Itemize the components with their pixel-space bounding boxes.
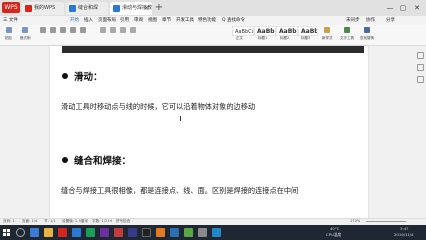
close-button[interactable]: ✕ (411, 2, 423, 14)
paragraph-stitch-weld[interactable]: 缝合与焊接工具很相像，都是连接点、线、面。区别是焊接的连接点在中间 (61, 186, 298, 196)
app-icon[interactable] (86, 228, 95, 237)
status-page: 页码: 1 (3, 219, 15, 223)
clock-time[interactable]: 3:47 (400, 226, 409, 231)
bold-icon[interactable] (60, 27, 66, 33)
clock-date[interactable]: 2019/11/4 (394, 232, 413, 237)
text-cursor (180, 116, 181, 121)
app-icon[interactable] (156, 228, 165, 237)
navigation-icon[interactable] (417, 52, 424, 59)
font-size-icon[interactable] (50, 27, 56, 33)
new-tab-button[interactable]: + (153, 2, 165, 14)
menu-review[interactable]: 审阅 (134, 16, 143, 25)
app-icon[interactable] (114, 228, 123, 237)
share-button[interactable]: 分享 (386, 16, 395, 25)
tab-my-wps[interactable]: 我的WPS (22, 2, 64, 15)
new-style-icon[interactable] (324, 27, 330, 33)
bullets-icon[interactable] (100, 27, 106, 33)
bullet-icon (62, 157, 68, 163)
menu-view[interactable]: 视图 (148, 16, 157, 25)
embedded-image[interactable] (62, 46, 364, 53)
style-h2-label: 标题2 (280, 36, 290, 40)
zoom-level[interactable]: 170% (350, 218, 360, 225)
app-icon[interactable] (100, 228, 109, 237)
format-painter-icon[interactable] (22, 27, 28, 33)
app-icon[interactable] (170, 228, 179, 237)
maximize-button[interactable]: ▢ (397, 2, 409, 14)
find-replace-icon[interactable] (364, 27, 370, 33)
tab-document-2[interactable]: 滑动与焊接教程.docx × (110, 2, 152, 24)
cpu-temp-value: 40°C (330, 226, 340, 231)
wps-logo[interactable]: WPS (2, 2, 20, 13)
format-painter-label: 格式刷 (20, 36, 31, 40)
word-icon[interactable] (72, 228, 81, 237)
menu-chapter[interactable]: 章节 (162, 16, 171, 25)
align-icon[interactable] (130, 27, 136, 33)
properties-icon[interactable] (417, 64, 424, 71)
italic-icon[interactable] (70, 27, 76, 33)
text-tools-label: 文字工具 (340, 36, 354, 40)
numbering-icon[interactable] (110, 27, 116, 33)
menu-dev-tools[interactable]: 开发工具 (176, 16, 194, 25)
edge-icon[interactable] (30, 228, 39, 237)
font-icon[interactable] (40, 27, 46, 33)
indent-icon[interactable] (120, 27, 126, 33)
menu-references[interactable]: 引用 (120, 16, 129, 25)
menu-home[interactable]: 开始 (70, 16, 79, 25)
style-heading3[interactable]: AaBbC (298, 26, 318, 36)
app-icon[interactable] (198, 228, 207, 237)
status-section: 节: 1/1 (44, 219, 56, 223)
style-h1-label: 标题1 (258, 36, 268, 40)
wps-taskbar-icon[interactable] (58, 228, 67, 237)
app-icon[interactable] (184, 228, 193, 237)
paragraph-slide[interactable]: 滑动工具时移动点与线的时候，它可以沿着物体对象的边移动 (61, 102, 255, 112)
style-heading2[interactable]: AaBb( (276, 26, 298, 36)
style-normal-label: 正文 (236, 36, 243, 40)
menu-features[interactable]: 特色功能 (198, 16, 216, 25)
tab-document-1[interactable]: 缝合和焊接.docx (66, 2, 108, 24)
wps-home-icon (25, 5, 32, 12)
zoom-slider[interactable] (366, 221, 406, 222)
spell-check[interactable]: 拼写检查 (116, 218, 130, 225)
file-explorer-icon[interactable] (44, 228, 53, 237)
cpu-temp-label: CPU温度 (326, 232, 342, 237)
tab-label: 我的WPS (34, 5, 56, 11)
new-style-label: 新样式 (322, 36, 333, 40)
section-heading-slide: 滑动： (74, 72, 103, 83)
section-heading-stitch-weld: 缝合和焊接： (74, 156, 132, 167)
menu-insert[interactable]: 插入 (84, 16, 93, 25)
doc-icon (69, 5, 76, 12)
windows-start-icon[interactable] (3, 229, 10, 236)
status-words: 字数: 1/219 (92, 219, 112, 223)
menu-page-layout[interactable]: 页面布局 (98, 16, 116, 25)
menu-file[interactable]: 三 文件 (3, 16, 18, 25)
bullet-icon (62, 73, 68, 79)
search-command[interactable]: Q 查找命令 (222, 16, 245, 25)
share-panel-icon[interactable] (417, 76, 424, 83)
search-icon[interactable] (16, 228, 25, 237)
right-tool-strip (415, 46, 426, 218)
collaborate-button[interactable]: 协作 (366, 16, 375, 25)
status-pages: 页面: 1/4 (22, 219, 38, 223)
text-tools-icon[interactable] (344, 27, 350, 33)
app-icon[interactable] (142, 228, 151, 237)
style-h3-label: 标题3 (301, 36, 311, 40)
app-icon[interactable] (212, 228, 221, 237)
minimize-button[interactable]: — (384, 2, 396, 14)
paste-label: 粘贴 (5, 36, 12, 40)
style-normal[interactable]: AaBbCcDd (232, 26, 254, 36)
doc-icon (113, 5, 120, 12)
style-heading1[interactable]: AaBb( (254, 26, 276, 36)
sync-status[interactable]: 未同步 (346, 16, 360, 25)
paste-icon[interactable] (6, 27, 12, 33)
underline-icon[interactable] (80, 27, 86, 33)
find-replace-label: 查找替换 (360, 36, 374, 40)
status-setting: 设置值: 2.5厘米 (62, 219, 89, 223)
app-icon[interactable] (128, 228, 137, 237)
close-tab-icon[interactable]: × (144, 2, 149, 15)
